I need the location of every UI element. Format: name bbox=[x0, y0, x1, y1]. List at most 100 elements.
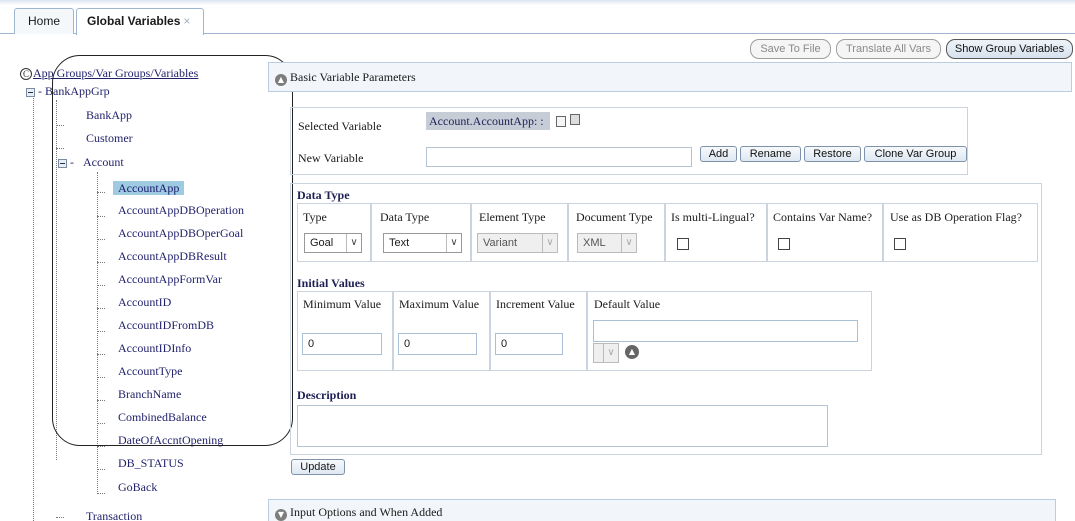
element-type-select[interactable]: Variant ∨ bbox=[477, 233, 558, 253]
chevron-down-icon: ∨ bbox=[621, 234, 636, 252]
tree-connector bbox=[97, 192, 105, 193]
minimum-value-label: Minimum Value bbox=[303, 297, 382, 311]
tree-node-variable[interactable]: GoBack bbox=[118, 478, 157, 496]
tree-node-variable[interactable]: AccountIDInfo bbox=[118, 339, 191, 357]
copy-icon[interactable] bbox=[570, 114, 580, 125]
chevron-down-icon: ∨ bbox=[446, 234, 461, 252]
data-type-select[interactable]: Text ∨ bbox=[383, 233, 462, 253]
tree-connector bbox=[97, 469, 105, 470]
tree-connector bbox=[97, 216, 105, 217]
copyright-icon: C bbox=[20, 68, 32, 80]
tree-node-transaction[interactable]: Transaction bbox=[86, 507, 142, 521]
tree-node-variable[interactable]: AccountIDFromDB bbox=[118, 316, 214, 334]
tree-node-variable[interactable]: BranchName bbox=[118, 385, 181, 403]
tree-connector bbox=[97, 377, 105, 378]
basic-variable-parameters-header[interactable]: ▲ Basic Variable Parameters bbox=[268, 62, 1072, 92]
document-type-select[interactable]: XML ∨ bbox=[577, 233, 637, 253]
tree-node-label: AccountIDInfo bbox=[118, 341, 192, 355]
chevron-down-icon: ∨ bbox=[603, 344, 618, 362]
tree-line bbox=[56, 100, 57, 460]
update-button[interactable]: Update bbox=[291, 459, 345, 475]
tree-connector bbox=[56, 148, 64, 149]
new-variable-input[interactable] bbox=[426, 147, 692, 167]
collapse-icon[interactable] bbox=[58, 159, 67, 168]
tree-node-variable[interactable]: DB_STATUS bbox=[118, 454, 184, 472]
selected-variable-label: Selected Variable bbox=[298, 119, 382, 133]
description-heading: Description bbox=[297, 388, 357, 402]
save-to-file-button[interactable]: Save To File bbox=[750, 39, 831, 59]
increment-value-input[interactable]: 0 bbox=[495, 333, 563, 355]
tab-home[interactable]: Home bbox=[14, 8, 74, 34]
tree-node-label: DateOfAccntOpening bbox=[118, 433, 224, 447]
multilingual-checkbox[interactable] bbox=[677, 238, 689, 250]
input-options-header[interactable]: ▼ Input Options and When Added bbox=[268, 499, 1056, 521]
tree-node-accountapp[interactable]: AccountApp bbox=[113, 177, 185, 199]
contains-var-name-checkbox[interactable] bbox=[778, 238, 790, 250]
tree-node-label-selected: AccountApp bbox=[113, 181, 185, 195]
tree-connector bbox=[97, 308, 105, 309]
rename-button[interactable]: Rename bbox=[740, 146, 801, 162]
tree-node-bankappgrp[interactable]: - BankAppGrp bbox=[26, 82, 110, 100]
tree-connector bbox=[97, 354, 105, 355]
panel-title: Basic Variable Parameters bbox=[290, 70, 416, 84]
tree-node-label: AccountID bbox=[118, 295, 172, 309]
tree-connector bbox=[97, 400, 105, 401]
default-value-label: Default Value bbox=[594, 297, 661, 311]
tree-node-label: AccountAppDBOperGoal bbox=[118, 226, 244, 240]
element-type-column-label: Element Type bbox=[479, 210, 546, 224]
tree-node-label: AccountAppDBResult bbox=[118, 249, 227, 263]
translate-all-vars-button[interactable]: Translate All Vars bbox=[836, 39, 941, 59]
tree-node-variable[interactable]: AccountAppDBOperation bbox=[118, 201, 244, 219]
clone-var-group-button[interactable]: Clone Var Group bbox=[864, 146, 967, 162]
tree-connector bbox=[97, 331, 105, 332]
close-icon[interactable]: × bbox=[183, 14, 190, 28]
expand-down-icon[interactable]: ▼ bbox=[275, 509, 287, 521]
tab-bar: Home Global Variables × bbox=[0, 0, 1075, 35]
tab-home-label: Home bbox=[27, 14, 60, 28]
minimum-value-input[interactable]: 0 bbox=[302, 333, 382, 355]
db-operation-flag-checkbox[interactable] bbox=[894, 238, 906, 250]
default-value-input[interactable] bbox=[593, 320, 858, 342]
document-type-column-label: Document Type bbox=[576, 210, 653, 224]
tab-global-variables[interactable]: Global Variables × bbox=[76, 8, 204, 35]
element-type-select-value: Variant bbox=[483, 237, 518, 249]
default-value-select[interactable]: ∨ bbox=[593, 343, 619, 363]
selected-variable-value: Account.AccountApp: : bbox=[426, 112, 550, 130]
tree-node-account[interactable]: - Account bbox=[58, 153, 124, 171]
restore-button[interactable]: Restore bbox=[804, 146, 861, 162]
tree-node-label: AccountAppFormVar bbox=[118, 272, 222, 286]
tree-node-variable[interactable]: AccountType bbox=[118, 362, 182, 380]
type-select-value: Goal bbox=[310, 237, 334, 249]
add-button[interactable]: Add bbox=[700, 146, 737, 162]
tree-node-label: BankAppGrp bbox=[45, 84, 110, 98]
tree-node-variable[interactable]: AccountAppDBResult bbox=[118, 247, 227, 265]
new-variable-label: New Variable bbox=[298, 151, 364, 165]
maximum-value-label: Maximum Value bbox=[399, 297, 480, 311]
tree-connector bbox=[97, 285, 105, 286]
collapse-icon[interactable] bbox=[26, 88, 35, 97]
initial-values-heading: Initial Values bbox=[297, 276, 365, 290]
tree-connector bbox=[97, 493, 105, 494]
db-operation-flag-column-label: Use as DB Operation Flag? bbox=[890, 210, 1022, 224]
tree-node-variable[interactable]: DateOfAccntOpening bbox=[118, 431, 223, 449]
description-textarea[interactable] bbox=[297, 405, 828, 447]
document-type-select-value: XML bbox=[583, 237, 606, 249]
type-select[interactable]: Goal ∨ bbox=[304, 233, 362, 253]
tree-node-label: BranchName bbox=[118, 387, 182, 401]
tree-connector bbox=[97, 446, 105, 447]
tree-node-variable[interactable]: CombinedBalance bbox=[118, 408, 207, 426]
tree-root[interactable]: C App Groups/Var Groups/Variables bbox=[20, 66, 198, 81]
tree-node-variable[interactable]: AccountAppDBOperGoal bbox=[118, 224, 243, 242]
show-group-variables-button[interactable]: Show Group Variables bbox=[946, 39, 1073, 59]
maximum-value-input[interactable]: 0 bbox=[398, 333, 477, 355]
collapse-up-icon[interactable]: ▲ bbox=[275, 74, 287, 86]
tree-node-variable[interactable]: AccountID bbox=[118, 293, 171, 311]
tree-node-customer[interactable]: Customer bbox=[86, 129, 133, 147]
tree-node-bankapp[interactable]: BankApp bbox=[86, 106, 132, 124]
collapse-up-icon[interactable]: ▲ bbox=[625, 345, 639, 359]
tree-node-label: AccountAppDBOperation bbox=[118, 203, 244, 217]
document-icon[interactable] bbox=[556, 116, 566, 127]
tree-node-label: AccountIDFromDB bbox=[118, 318, 214, 332]
tree-connector bbox=[97, 423, 105, 424]
tree-node-variable[interactable]: AccountAppFormVar bbox=[118, 270, 222, 288]
